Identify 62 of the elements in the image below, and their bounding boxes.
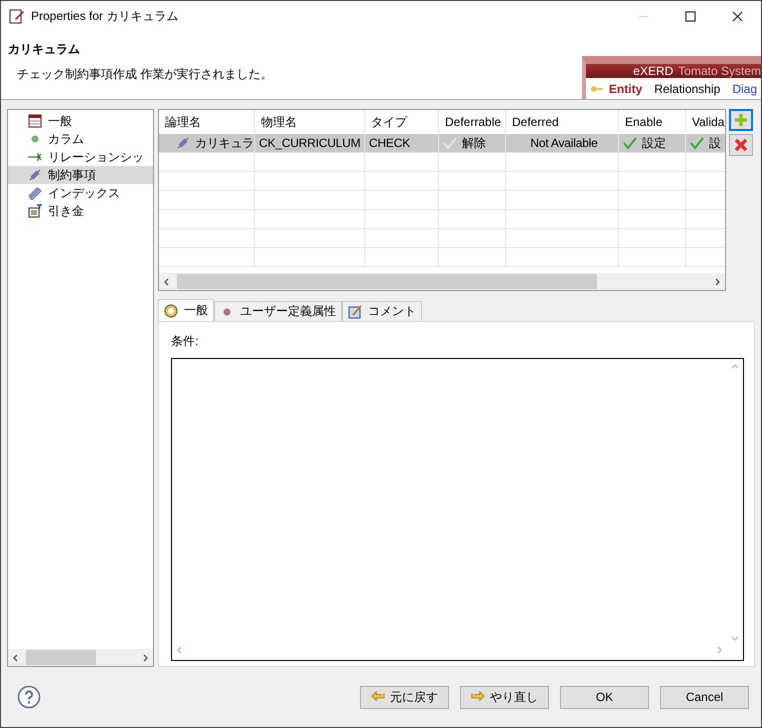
page-title: カリキュラム: [8, 40, 81, 58]
scroll-up-icon[interactable]: [731, 363, 739, 371]
scroll-down-icon[interactable]: [731, 634, 739, 642]
coin-icon: [164, 304, 178, 318]
undo-arrow-icon: [371, 690, 385, 704]
delete-icon: [734, 138, 748, 152]
dialog-button[interactable]: やり直し: [460, 686, 549, 708]
dialog-button[interactable]: 元に戻す: [360, 686, 449, 708]
table-cell: カリキュラ: [194, 134, 254, 152]
tree-label: 一般: [48, 112, 72, 130]
note-icon: [348, 304, 362, 318]
tree-label: カラム: [48, 130, 84, 148]
delete-button[interactable]: [729, 134, 753, 156]
tree-label: インデックス: [48, 184, 120, 202]
link-icon: [176, 136, 190, 150]
relation-icon: [28, 150, 42, 164]
banner-tab[interactable]: Entity: [608, 82, 642, 96]
tab[interactable]: ユーザー定義属性: [214, 301, 342, 321]
condition-field[interactable]: [171, 358, 744, 661]
table-icon: [28, 114, 42, 128]
pencil-icon: [28, 186, 42, 200]
tree-label: リレーションシッ: [48, 148, 144, 166]
scroll-left-icon[interactable]: [12, 654, 20, 662]
tree-item[interactable]: カラム: [8, 130, 153, 148]
plus-icon: [734, 113, 748, 127]
redo-arrow-icon: [471, 690, 485, 704]
add-button[interactable]: [729, 109, 753, 131]
dialog-button[interactable]: OK: [560, 686, 649, 708]
table-cell: 解除: [462, 134, 486, 152]
condition-label: 条件:: [171, 333, 200, 350]
tab[interactable]: 一般: [158, 299, 214, 321]
window-title: Properties for カリキュラム: [31, 8, 178, 25]
link-icon: [28, 168, 42, 182]
table-cell: CK_CURRICULUM: [259, 136, 360, 150]
brand-name: eXERD: [633, 64, 674, 78]
tree-label: 引き金: [48, 202, 84, 220]
dialog-button[interactable]: Cancel: [660, 686, 749, 708]
table-cell: Not Available: [530, 136, 598, 150]
key-icon: [590, 84, 603, 93]
product-name: Tomato System: [678, 64, 761, 78]
banner-tab[interactable]: Relationship: [654, 82, 720, 96]
horizontal-scrollbar[interactable]: [8, 649, 153, 666]
tree-item[interactable]: リレーションシッ: [8, 148, 153, 166]
tree-item[interactable]: 引き金: [8, 202, 153, 220]
scroll-right-icon[interactable]: [713, 278, 721, 286]
scroll-left-icon[interactable]: [163, 278, 171, 286]
edit-icon: [9, 8, 25, 24]
help-icon[interactable]: [17, 685, 41, 709]
banner-tab[interactable]: Diag: [732, 82, 757, 96]
table-cell: 設定: [642, 134, 666, 152]
tab[interactable]: コメント: [342, 301, 422, 321]
trigger-icon: [28, 204, 42, 218]
tree-item[interactable]: 制約事項: [8, 166, 153, 184]
table-cell: CHECK: [369, 136, 410, 150]
tree-item[interactable]: 一般: [8, 112, 153, 130]
scroll-right-icon[interactable]: [141, 654, 149, 662]
table-row[interactable]: カリキュラ CK_CURRICULUM CHECK 解除 Not Available 設定 設: [159, 134, 725, 153]
tree-label: 制約事項: [48, 166, 96, 184]
table-cell: 設: [709, 134, 721, 152]
status-message: チェック制約事項作成 作業が実行されました。: [16, 66, 274, 83]
tree-item[interactable]: インデックス: [8, 184, 153, 202]
horizontal-scrollbar[interactable]: [159, 273, 725, 290]
